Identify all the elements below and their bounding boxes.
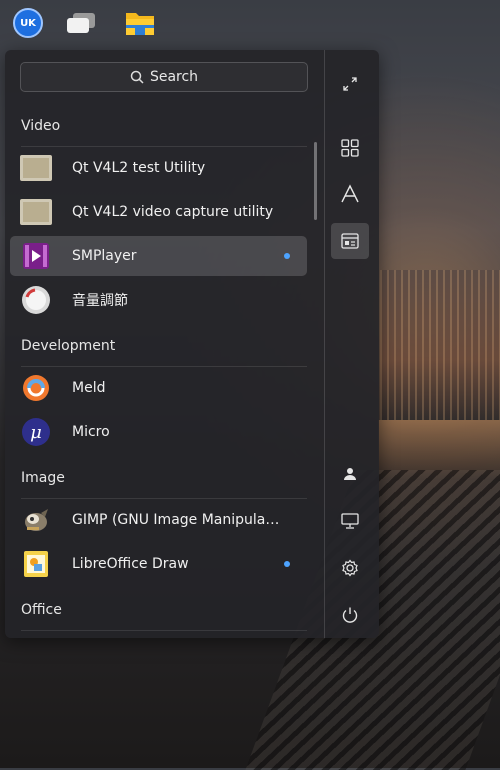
app-item-label: SMPlayer	[72, 248, 137, 264]
app-list-scrollbar[interactable]	[314, 142, 317, 220]
search-input[interactable]: Search	[20, 62, 308, 92]
app-item-qt-v4l2-test[interactable]: Qt V4L2 test Utility	[10, 148, 307, 188]
user-icon	[344, 468, 356, 480]
app-item-qt-v4l2-capture[interactable]: Qt V4L2 video capture utility	[10, 192, 307, 232]
section-divider	[21, 498, 307, 499]
sidebar-divider	[324, 50, 325, 638]
file-manager-button[interactable]	[123, 6, 157, 40]
grid-view-icon	[341, 139, 359, 157]
start-menu-button[interactable]: UK	[11, 6, 45, 40]
film-icon	[20, 196, 52, 228]
file-manager-icon	[126, 13, 154, 35]
expand-menu-button[interactable]	[331, 66, 369, 102]
section-divider	[21, 366, 307, 367]
section-title-development: Development	[21, 338, 116, 354]
search-icon	[130, 70, 144, 84]
settings-button[interactable]	[331, 550, 369, 586]
section-divider	[21, 630, 307, 631]
app-item-gimp[interactable]: GIMP (GNU Image Manipulation…	[10, 500, 307, 540]
computer-icon	[341, 513, 359, 529]
volume-knob-icon	[20, 284, 52, 316]
svg-text:μ: μ	[30, 422, 42, 443]
app-item-label: Qt V4L2 video capture utility	[72, 204, 274, 220]
app-item-volume-control[interactable]: 音量調節	[10, 280, 307, 320]
letter-view-button[interactable]	[331, 176, 369, 212]
app-item-meld[interactable]: Meld	[10, 368, 307, 408]
meld-icon	[20, 372, 52, 404]
start-menu: Search Video Qt V4L2 test Utility Qt V4L…	[5, 50, 379, 638]
app-item-label: GIMP (GNU Image Manipulation…	[72, 512, 282, 528]
app-item-label: 音量調節	[72, 293, 128, 309]
letter-view-icon	[341, 184, 359, 203]
smplayer-icon	[20, 240, 52, 272]
new-app-indicator	[284, 253, 290, 259]
power-icon	[342, 607, 358, 623]
app-item-smplayer[interactable]: SMPlayer	[10, 236, 307, 276]
user-button[interactable]	[331, 456, 369, 492]
show-windows-button[interactable]	[64, 6, 98, 40]
show-windows-icon	[67, 13, 95, 33]
grid-view-button[interactable]	[331, 130, 369, 166]
search-placeholder: Search	[149, 69, 199, 85]
app-item-label: Qt V4L2 test Utility	[72, 160, 206, 176]
libreoffice-draw-icon	[20, 548, 52, 580]
gimp-icon	[20, 504, 52, 536]
app-item-micro[interactable]: μ Micro	[10, 412, 307, 452]
app-item-libreoffice-draw[interactable]: LibreOffice Draw	[10, 544, 307, 584]
section-divider	[21, 146, 307, 147]
category-view-button[interactable]	[331, 223, 369, 259]
start-menu-icon: UK	[13, 8, 43, 38]
section-title-office: Office	[21, 602, 62, 618]
film-icon	[20, 152, 52, 184]
app-list: Video Qt V4L2 test Utility Qt V4L2 video…	[5, 108, 321, 638]
new-app-indicator	[284, 561, 290, 567]
app-item-label: LibreOffice Draw	[72, 556, 189, 572]
power-button[interactable]	[331, 597, 369, 633]
section-title-video: Video	[21, 118, 61, 134]
wallpaper-city	[380, 270, 500, 420]
category-view-icon	[341, 233, 359, 249]
app-item-label: Meld	[72, 380, 106, 396]
computer-button[interactable]	[331, 503, 369, 539]
top-panel: UK	[0, 0, 500, 46]
section-title-image: Image	[21, 470, 65, 486]
micro-icon: μ	[20, 416, 52, 448]
expand-icon	[343, 77, 357, 91]
app-item-label: Micro	[72, 424, 110, 440]
settings-icon	[342, 559, 358, 577]
